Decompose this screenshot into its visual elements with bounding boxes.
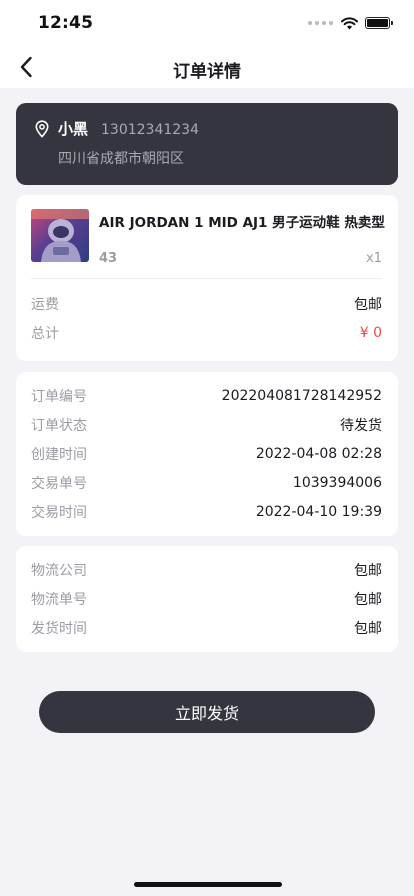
battery-icon xyxy=(365,17,393,29)
total-value: ¥ 0 xyxy=(359,325,382,341)
status-time: 12:45 xyxy=(38,13,94,33)
logistics-company-value: 包邮 xyxy=(354,563,382,579)
tracking-number-row: 物流单号 包邮 xyxy=(31,589,382,609)
header: 12:45 订单详情 xyxy=(0,0,414,88)
ship-now-button[interactable]: 立即发货 xyxy=(39,691,375,733)
product-title[interactable]: AIR JORDAN 1 MID AJ1 男子运动鞋 热卖型 xyxy=(99,211,385,231)
transaction-time-row: 交易时间 2022-04-10 19:39 xyxy=(31,502,382,522)
tracking-number-label: 物流单号 xyxy=(31,592,87,608)
ship-time-value: 包邮 xyxy=(354,621,382,637)
cellular-signal-icon xyxy=(308,21,333,25)
logistics-company-row: 物流公司 包邮 xyxy=(31,560,382,580)
product-thumbnail[interactable] xyxy=(31,209,89,262)
order-detail-screen: 12:45 订单详情 小黑 13012341234 四川省成都市朝阳区 AIR … xyxy=(0,0,414,896)
transaction-number-value: 1039394006 xyxy=(292,475,382,491)
shipping-fee-value: 包邮 xyxy=(354,297,382,313)
transaction-time-value: 2022-04-10 19:39 xyxy=(255,504,382,520)
address-contact: 小黑 13012341234 xyxy=(58,118,199,139)
order-number-value: 202204081728142952 xyxy=(221,388,382,404)
location-pin-icon xyxy=(35,120,49,138)
product-quantity: x1 xyxy=(366,251,382,266)
ship-time-label: 发货时间 xyxy=(31,621,87,637)
address-card[interactable]: 小黑 13012341234 四川省成都市朝阳区 xyxy=(16,103,398,185)
product-size: 43 xyxy=(99,251,118,266)
created-time-label: 创建时间 xyxy=(31,447,87,463)
transaction-number-label: 交易单号 xyxy=(31,476,87,492)
address-detail: 四川省成都市朝阳区 xyxy=(58,151,184,167)
logistics-company-label: 物流公司 xyxy=(31,563,87,579)
home-indicator[interactable] xyxy=(134,882,282,887)
total-row: 总计 ¥ 0 xyxy=(31,323,382,343)
logistics-card: 物流公司 包邮 物流单号 包邮 发货时间 包邮 xyxy=(16,546,398,652)
total-label: 总计 xyxy=(31,326,59,342)
page-title: 订单详情 xyxy=(173,62,241,82)
order-number-row: 订单编号 202204081728142952 xyxy=(31,386,382,406)
recipient-name: 小黑 xyxy=(58,120,89,138)
order-status-value: 待发货 xyxy=(340,418,382,434)
divider xyxy=(31,278,382,279)
tracking-number-value: 包邮 xyxy=(354,592,382,608)
order-status-label: 订单状态 xyxy=(31,418,87,434)
shipping-fee-row: 运费 包邮 xyxy=(31,294,382,314)
recipient-phone: 13012341234 xyxy=(101,122,199,138)
product-image xyxy=(31,209,89,262)
order-status-row: 订单状态 待发货 xyxy=(31,415,382,435)
transaction-number-row: 交易单号 1039394006 xyxy=(31,473,382,493)
order-number-label: 订单编号 xyxy=(31,389,87,405)
shipping-fee-label: 运费 xyxy=(31,297,59,313)
product-card: AIR JORDAN 1 MID AJ1 男子运动鞋 热卖型 43 x1 运费 … xyxy=(16,195,398,361)
ship-time-row: 发货时间 包邮 xyxy=(31,618,382,638)
created-time-row: 创建时间 2022-04-08 02:28 xyxy=(31,444,382,464)
status-icons xyxy=(308,14,393,32)
transaction-time-label: 交易时间 xyxy=(31,505,87,521)
created-time-value: 2022-04-08 02:28 xyxy=(255,446,382,462)
wifi-icon xyxy=(341,16,358,29)
order-info-card: 订单编号 202204081728142952 订单状态 待发货 创建时间 20… xyxy=(16,372,398,536)
